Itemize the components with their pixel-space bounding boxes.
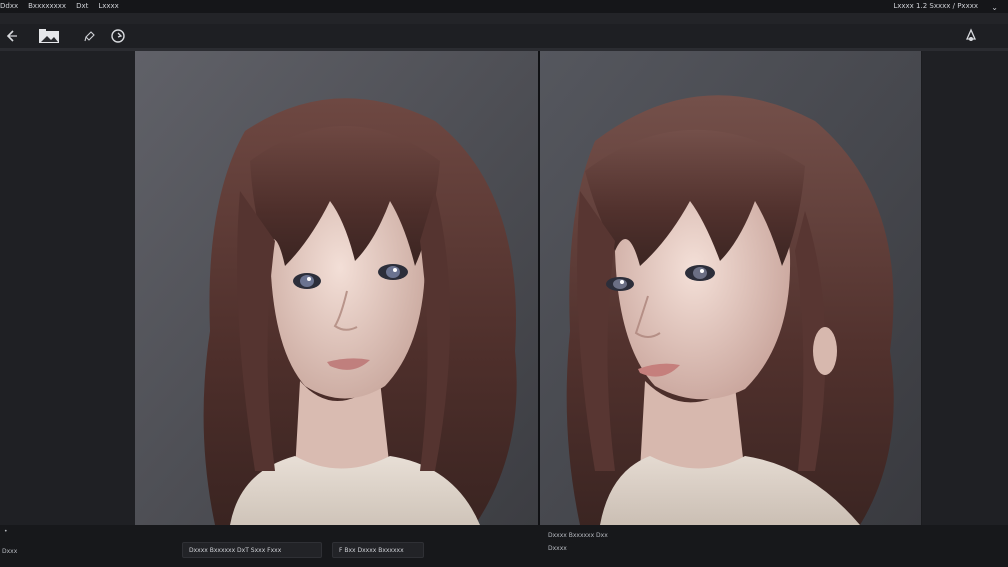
portrait-edited-image — [540, 51, 921, 525]
refresh-icon[interactable] — [110, 28, 126, 44]
menu-item-1[interactable]: Ddxx — [0, 0, 18, 13]
back-arrow-icon[interactable] — [3, 28, 19, 44]
menu-item-3[interactable]: Dxt — [76, 0, 88, 13]
menu-item-4[interactable]: Lxxxx — [98, 0, 118, 13]
info-chip-1-label: Dxxxx Bxxxxxx DxT Sxxx Fxxx — [189, 546, 282, 554]
info-chip-1[interactable]: Dxxxx Bxxxxxx DxT Sxxx Fxxx — [182, 542, 322, 558]
info-chip-2-label: F Bxx Dxxxx Bxxxxxx — [339, 546, 404, 554]
status-text-left: Dxxx — [2, 548, 18, 555]
tab-strip — [0, 13, 1008, 24]
canvas-original[interactable] — [135, 51, 538, 525]
status-dot: • — [4, 528, 8, 535]
left-panel — [0, 51, 135, 525]
share-icon[interactable] — [963, 28, 979, 44]
menu-item-2[interactable]: Bxxxxxxxx — [28, 0, 66, 13]
bottom-bar — [0, 525, 1008, 567]
status-text-right-1: Dxxxx Bxxxxxx Dxx — [548, 532, 608, 539]
toolbar — [0, 24, 1008, 48]
menubar-right-text: Lxxxx 1.2 Sxxxx / Pxxxx — [893, 2, 978, 10]
menu-bar: Ddxx Bxxxxxxxx Dxt Lxxxx Lxxxx 1.2 Sxxxx… — [0, 0, 1008, 13]
portrait-original-image — [135, 51, 538, 525]
canvas-edited[interactable] — [540, 51, 921, 525]
info-chip-2[interactable]: F Bxx Dxxxx Bxxxxxx — [332, 542, 424, 558]
image-icon[interactable] — [38, 28, 60, 44]
pen-icon[interactable] — [82, 28, 98, 44]
status-text-right-2: Dxxxx — [548, 545, 567, 552]
right-panel — [922, 51, 1008, 525]
